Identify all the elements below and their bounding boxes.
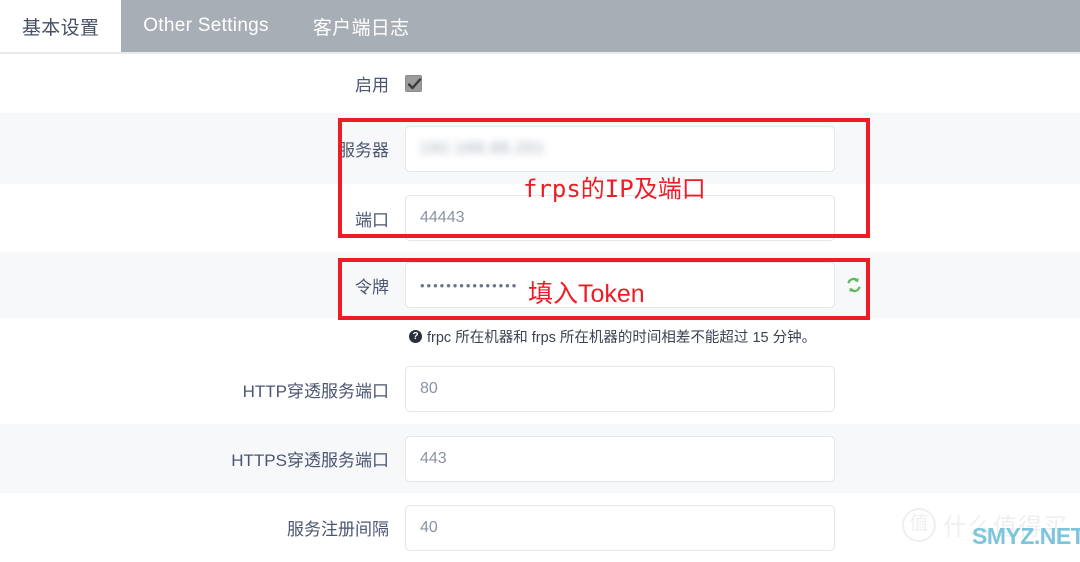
- server-input[interactable]: 192.168.88.201: [405, 125, 835, 172]
- token-masked-value: •••••••••••••••: [420, 277, 519, 293]
- refresh-generate-glyph: [847, 277, 861, 293]
- token-help-text-wrap: ? frpc 所在机器和 frps 所在机器的时间相差不能超过 15 分钟。: [409, 326, 816, 347]
- label-https-port: HTTPS穿透服务端口: [231, 451, 389, 470]
- label-server: 服务器: [338, 141, 389, 160]
- server-input-redacted-value: 192.168.88.201: [420, 139, 546, 157]
- tab-bar: 基本设置 Other Settings 客户端日志: [0, 0, 1080, 52]
- form-row-http-port: HTTP穿透服务端口 80: [0, 354, 1080, 424]
- token-input[interactable]: •••••••••••••••: [405, 262, 835, 308]
- tab-other-settings[interactable]: Other Settings: [121, 0, 291, 52]
- field-port: 44443: [405, 195, 1080, 241]
- enable-checkbox[interactable]: [405, 75, 422, 92]
- label-register-interval: 服务注册间隔: [287, 520, 389, 539]
- label-http-port: HTTP穿透服务端口: [242, 381, 389, 401]
- https-port-input[interactable]: 443: [405, 435, 835, 482]
- register-interval-input[interactable]: 40: [405, 504, 835, 551]
- form-row-help: ? frpc 所在机器和 frps 所在机器的时间相差不能超过 15 分钟。: [0, 318, 1080, 354]
- field-register-interval: 40: [405, 504, 1080, 551]
- label-enable: 启用: [355, 76, 389, 95]
- field-https-port: 443: [405, 435, 1080, 482]
- label-port: 端口: [355, 210, 389, 230]
- form-row-register-interval: 服务注册间隔 40: [0, 493, 1080, 562]
- token-help-text: frpc 所在机器和 frps 所在机器的时间相差不能超过 15 分钟。: [427, 329, 817, 346]
- label-token: 令牌: [355, 277, 389, 297]
- form-row-token: 令牌 •••••••••••••••: [0, 252, 1080, 318]
- field-enable: [405, 75, 1080, 92]
- form-row-enable: 启用: [0, 54, 1080, 113]
- settings-form: 启用 服务器 192.168.88.201 端口 44443 令牌 ••••••…: [0, 54, 1080, 562]
- field-server: 192.168.88.201: [405, 125, 1080, 172]
- form-row-server: 服务器 192.168.88.201: [0, 113, 1080, 184]
- refresh-generate-icon[interactable]: [845, 276, 863, 294]
- tab-client-log[interactable]: 客户端日志: [291, 0, 432, 52]
- port-input[interactable]: 44443: [405, 195, 835, 241]
- tab-basic-settings[interactable]: 基本设置: [0, 0, 122, 52]
- form-row-port: 端口 44443: [0, 184, 1080, 252]
- field-http-port: 80: [405, 366, 1080, 412]
- form-row-https-port: HTTPS穿透服务端口 443: [0, 424, 1080, 493]
- http-port-input[interactable]: 80: [405, 366, 835, 412]
- question-circle-icon: ?: [409, 329, 422, 343]
- checkmark-icon: [407, 78, 422, 90]
- field-token: •••••••••••••••: [405, 262, 1080, 308]
